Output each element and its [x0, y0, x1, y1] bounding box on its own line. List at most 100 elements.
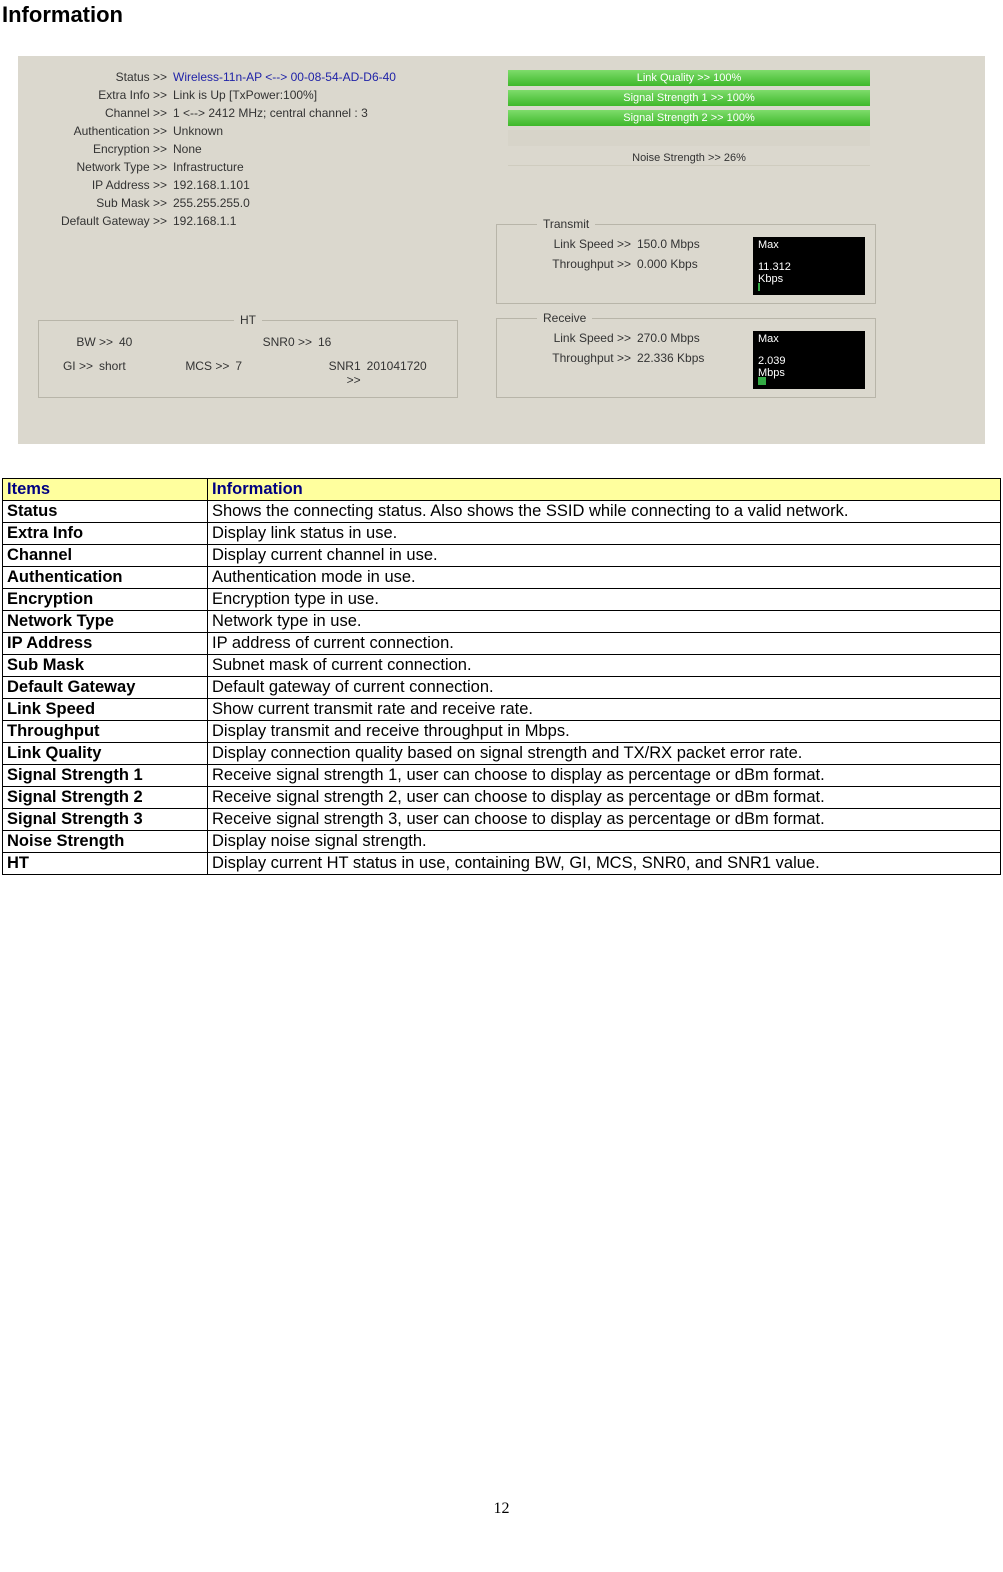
default-gateway-value: 192.168.1.1 — [173, 214, 236, 228]
tx-link-speed-label: Link Speed >> — [497, 237, 637, 251]
table-item: Sub Mask — [3, 655, 208, 677]
tx-meter-max: Max — [758, 239, 860, 251]
table-row: Link QualityDisplay connection quality b… — [3, 743, 1001, 765]
table-row: Sub MaskSubnet mask of current connectio… — [3, 655, 1001, 677]
snr1-value: 201041720 — [367, 359, 427, 387]
table-description: Receive signal strength 2, user can choo… — [208, 787, 1001, 809]
ip-address-value: 192.168.1.101 — [173, 178, 250, 192]
tx-throughput-label: Throughput >> — [497, 257, 637, 271]
gi-value: short — [99, 359, 126, 387]
table-item: Link Speed — [3, 699, 208, 721]
tx-meter: Max 11.312 Kbps — [753, 237, 865, 295]
table-row: Signal Strength 1Receive signal strength… — [3, 765, 1001, 787]
tx-meter-value: 11.312 — [758, 261, 860, 273]
sub-mask-value: 255.255.255.0 — [173, 196, 250, 210]
table-description: Receive signal strength 3, user can choo… — [208, 809, 1001, 831]
table-description: Display current channel in use. — [208, 545, 1001, 567]
table-item: IP Address — [3, 633, 208, 655]
table-description: Display transmit and receive throughput … — [208, 721, 1001, 743]
table-description: Authentication mode in use. — [208, 567, 1001, 589]
status-label: Status >> — [38, 70, 173, 84]
table-row: ThroughputDisplay transmit and receive t… — [3, 721, 1001, 743]
table-description: Subnet mask of current connection. — [208, 655, 1001, 677]
rx-meter-max: Max — [758, 333, 860, 345]
status-left-panel: Status >>Wireless-11n-AP <--> 00-08-54-A… — [38, 70, 458, 232]
signal-bars: Link Quality >> 100% Signal Strength 1 >… — [508, 70, 870, 170]
table-header-items: Items — [3, 479, 208, 501]
signal-strength-2-text: Signal Strength 2 >> 100% — [623, 112, 754, 124]
transmit-legend: Transmit — [537, 217, 595, 231]
channel-value: 1 <--> 2412 MHz; central channel : 3 — [173, 106, 368, 120]
bw-label: BW >> — [49, 335, 119, 349]
table-description: Default gateway of current connection. — [208, 677, 1001, 699]
table-item: Signal Strength 3 — [3, 809, 208, 831]
encryption-value: None — [173, 142, 202, 156]
tx-meter-bar-icon — [758, 283, 760, 291]
snr1-label: SNR1 >> — [312, 359, 367, 387]
table-row: Signal Strength 2Receive signal strength… — [3, 787, 1001, 809]
snr0-label: SNR0 >> — [248, 335, 318, 349]
default-gateway-label: Default Gateway >> — [38, 214, 173, 228]
table-row: Signal Strength 3Receive signal strength… — [3, 809, 1001, 831]
table-item: Network Type — [3, 611, 208, 633]
table-row: ChannelDisplay current channel in use. — [3, 545, 1001, 567]
rx-throughput-label: Throughput >> — [497, 351, 637, 365]
authentication-value: Unknown — [173, 124, 223, 138]
rx-meter-value: 2.039 — [758, 355, 860, 367]
extra-info-label: Extra Info >> — [38, 88, 173, 102]
tx-meter-unit: Kbps — [758, 273, 860, 285]
mcs-label: MCS >> — [180, 359, 235, 387]
table-row: Network TypeNetwork type in use. — [3, 611, 1001, 633]
network-type-label: Network Type >> — [38, 160, 173, 174]
table-row: Extra InfoDisplay link status in use. — [3, 523, 1001, 545]
table-header-information: Information — [208, 479, 1001, 501]
information-table: Items Information StatusShows the connec… — [2, 478, 1001, 875]
network-type-value: Infrastructure — [173, 160, 244, 174]
ip-address-label: IP Address >> — [38, 178, 173, 192]
table-row: IP AddressIP address of current connecti… — [3, 633, 1001, 655]
rx-link-speed-label: Link Speed >> — [497, 331, 637, 345]
page-title: Information — [0, 0, 1003, 28]
noise-strength-text: Noise Strength >> 26% — [632, 152, 746, 164]
table-description: Shows the connecting status. Also shows … — [208, 501, 1001, 523]
table-description: Display link status in use. — [208, 523, 1001, 545]
table-description: Display current HT status in use, contai… — [208, 853, 1001, 875]
rx-throughput-value: 22.336 Kbps — [637, 351, 704, 365]
table-row: Link SpeedShow current transmit rate and… — [3, 699, 1001, 721]
table-item: Throughput — [3, 721, 208, 743]
transmit-groupbox: Transmit Link Speed >>150.0 Mbps Through… — [496, 224, 876, 304]
table-item: Default Gateway — [3, 677, 208, 699]
noise-strength-bar: Noise Strength >> 26% — [508, 150, 870, 166]
signal-strength-1-text: Signal Strength 1 >> 100% — [623, 92, 754, 104]
extra-info-value: Link is Up [TxPower:100%] — [173, 88, 317, 102]
table-item: Link Quality — [3, 743, 208, 765]
table-item: Channel — [3, 545, 208, 567]
table-item: HT — [3, 853, 208, 875]
signal-strength-2-bar: Signal Strength 2 >> 100% — [508, 110, 870, 126]
table-item: Signal Strength 1 — [3, 765, 208, 787]
sub-mask-label: Sub Mask >> — [38, 196, 173, 210]
authentication-label: Authentication >> — [38, 124, 173, 138]
rx-meter-bar-icon — [758, 377, 766, 385]
table-description: Receive signal strength 1, user can choo… — [208, 765, 1001, 787]
table-description: IP address of current connection. — [208, 633, 1001, 655]
receive-legend: Receive — [537, 311, 592, 325]
page-number: 12 — [0, 1500, 1003, 1518]
link-quality-bar: Link Quality >> 100% — [508, 70, 870, 86]
table-item: Noise Strength — [3, 831, 208, 853]
tx-throughput-value: 0.000 Kbps — [637, 257, 698, 271]
table-row: Noise StrengthDisplay noise signal stren… — [3, 831, 1001, 853]
signal-strength-1-bar: Signal Strength 1 >> 100% — [508, 90, 870, 106]
receive-groupbox: Receive Link Speed >>270.0 Mbps Throughp… — [496, 318, 876, 398]
table-item: Authentication — [3, 567, 208, 589]
status-screenshot: Status >>Wireless-11n-AP <--> 00-08-54-A… — [18, 56, 985, 444]
mcs-value: 7 — [235, 359, 242, 387]
table-item: Signal Strength 2 — [3, 787, 208, 809]
link-quality-text: Link Quality >> 100% — [637, 72, 742, 84]
ht-legend: HT — [234, 313, 262, 327]
table-row: HTDisplay current HT status in use, cont… — [3, 853, 1001, 875]
table-row: StatusShows the connecting status. Also … — [3, 501, 1001, 523]
channel-label: Channel >> — [38, 106, 173, 120]
rx-link-speed-value: 270.0 Mbps — [637, 331, 700, 345]
table-description: Network type in use. — [208, 611, 1001, 633]
